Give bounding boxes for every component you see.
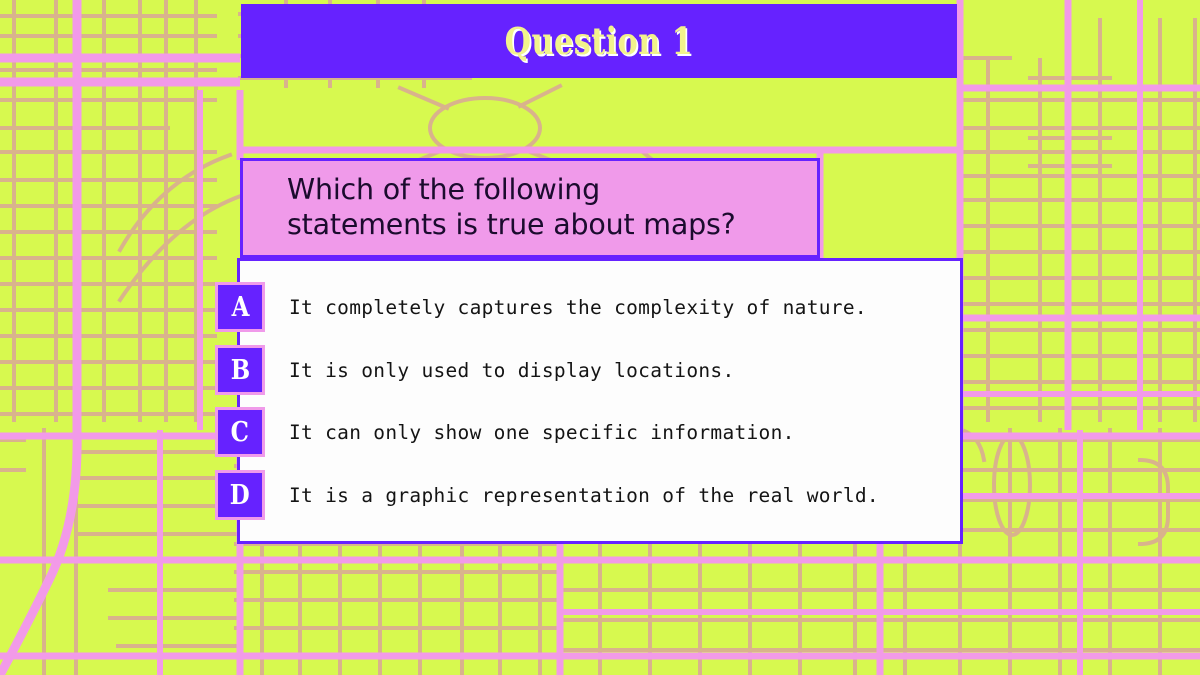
answer-text-b: It is only used to display locations. xyxy=(289,358,735,382)
question-text: Which of the following statements is tru… xyxy=(287,173,736,241)
answer-text-a: It completely captures the complexity of… xyxy=(289,295,867,319)
answer-letter-d: D xyxy=(230,479,250,511)
answer-letter-badge-c[interactable]: C xyxy=(215,407,265,457)
answer-letter-a: A xyxy=(231,291,249,323)
answer-text-c: It can only show one specific informatio… xyxy=(289,420,795,444)
answer-option-a[interactable]: A It completely captures the complexity … xyxy=(215,282,966,344)
question-title-banner: Question 1 xyxy=(241,4,957,78)
answers-panel: A It completely captures the complexity … xyxy=(215,258,966,547)
quiz-slide: Question 1 Which of the following statem… xyxy=(0,0,1200,675)
answer-option-d[interactable]: D It is a graphic representation of the … xyxy=(215,470,966,532)
answer-letter-c: C xyxy=(230,416,250,448)
answer-letter-badge-d[interactable]: D xyxy=(215,470,265,520)
page-title: Question 1 xyxy=(504,19,694,63)
answer-letter-b: B xyxy=(230,354,250,386)
answer-letter-badge-a[interactable]: A xyxy=(215,282,265,332)
answer-option-b[interactable]: B It is only used to display locations. xyxy=(215,345,966,407)
answer-text-d: It is a graphic representation of the re… xyxy=(289,483,879,507)
answer-option-c[interactable]: C It can only show one specific informat… xyxy=(215,407,966,469)
answer-letter-badge-b[interactable]: B xyxy=(215,345,265,395)
answers-list: A It completely captures the complexity … xyxy=(215,261,966,547)
question-box: Which of the following statements is tru… xyxy=(240,158,820,258)
